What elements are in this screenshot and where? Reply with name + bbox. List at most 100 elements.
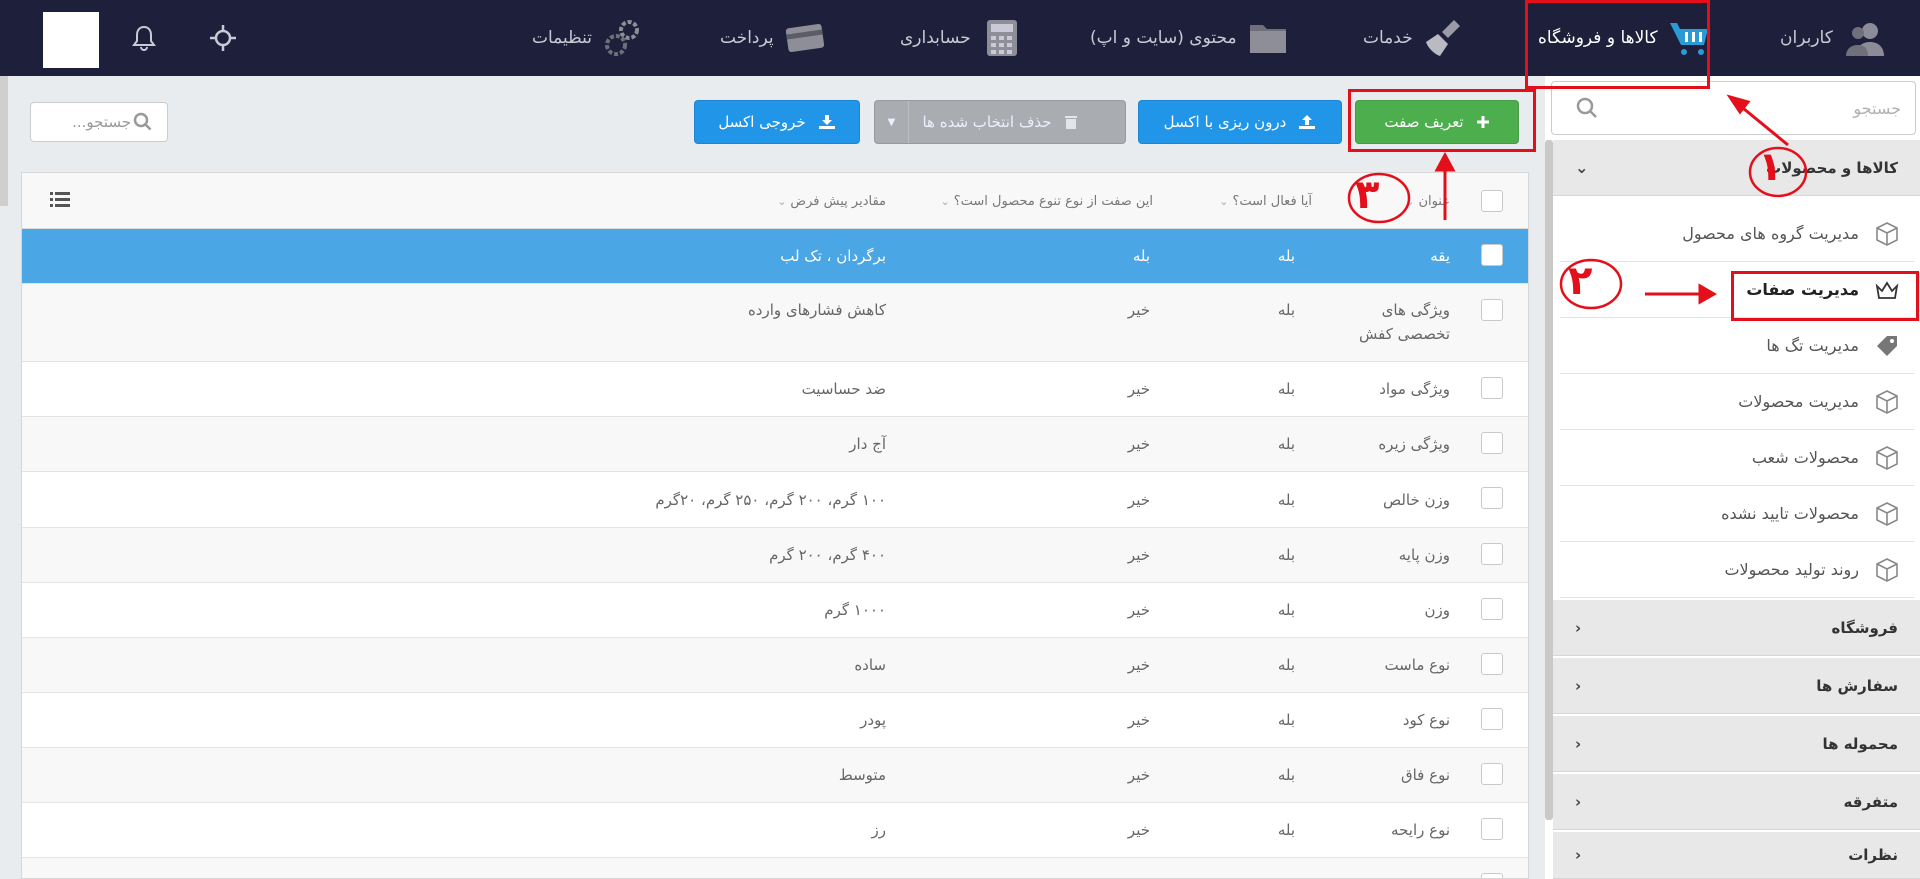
chevron-left-icon: ‹ xyxy=(1575,792,1582,811)
sidebar-scrollbar[interactable] xyxy=(1545,140,1553,820)
row-checkbox[interactable] xyxy=(1481,818,1503,840)
cell-active: بله xyxy=(1277,766,1295,784)
sidebar-section-products[interactable]: کالاها و محصولات ⌄ xyxy=(1553,140,1920,196)
cell-title: یقه xyxy=(1430,247,1450,265)
chevron-left-icon: ‹ xyxy=(1575,676,1582,695)
table-row[interactable]: نوع رایحه بله خیر رز xyxy=(22,803,1528,858)
sidebar-item-unapproved-products[interactable]: محصولات تایید نشده xyxy=(1560,486,1915,542)
sidebar-section-shipments[interactable]: محموله ها ‹ xyxy=(1553,716,1920,772)
select-all-checkbox[interactable] xyxy=(1481,190,1503,212)
nav-item-content[interactable]: محتوی (سایت و اپ) xyxy=(1090,0,1289,76)
row-checkbox[interactable] xyxy=(1481,543,1503,565)
sidebar-section-comments[interactable]: نظرات ‹ xyxy=(1553,832,1920,879)
export-excel-button[interactable]: خروجی اکسل xyxy=(694,100,860,144)
row-checkbox[interactable] xyxy=(1481,598,1503,620)
table-row[interactable]: وزن خالص بله خیر ۱۰۰ گرم، ۲۰۰ گرم، ۲۵۰ گ… xyxy=(22,472,1528,528)
chevron-down-icon: ⌄ xyxy=(1219,194,1229,208)
cell-variety: خیر xyxy=(1127,766,1150,784)
annotation-box-attributes-item xyxy=(1731,271,1919,321)
cell-defaults: برگردان ، تک لب xyxy=(780,247,886,265)
sidebar-search-input[interactable] xyxy=(1615,82,1915,134)
table-row[interactable]: نوع کود بله خیر پودر xyxy=(22,693,1528,748)
nav-item-payment[interactable]: پرداخت xyxy=(720,0,826,76)
nav-item-services[interactable]: خدمات xyxy=(1363,0,1465,76)
search-icon[interactable] xyxy=(1576,97,1598,123)
table-row[interactable]: یقه بله بله برگردان ، تک لب xyxy=(22,229,1528,284)
import-excel-button[interactable]: درون ریزی با اکسل xyxy=(1138,100,1342,144)
sidebar-item-product-groups[interactable]: مدیریت گروه های محصول xyxy=(1560,206,1915,262)
column-header-active[interactable]: آیا فعال است؟ ⌄ xyxy=(1219,173,1312,229)
box-icon xyxy=(1873,556,1901,584)
caret-down-icon[interactable]: ▼ xyxy=(875,101,909,143)
row-checkbox[interactable] xyxy=(1481,763,1503,785)
cell-title: نوع فاق xyxy=(1400,766,1450,784)
table-row[interactable]: ویژگی مواد بله خیر ضد حساسیت xyxy=(22,362,1528,417)
cell-active: بله xyxy=(1277,491,1295,509)
delete-selected-button[interactable]: حذف انتخاب شده ها ▼ xyxy=(874,100,1126,144)
cell-defaults: پودر xyxy=(860,711,886,729)
sidebar-section-orders[interactable]: سفارش ها ‹ xyxy=(1553,658,1920,714)
cell-defaults: متوسط xyxy=(838,766,886,784)
sidebar-item-production-process[interactable]: روند تولید محصولات xyxy=(1560,542,1915,598)
nav-item-accounting[interactable]: حسابداری xyxy=(900,0,1023,76)
cell-variety: خیر xyxy=(1127,301,1150,319)
nav-label-users: کاربران xyxy=(1780,28,1833,48)
box-icon xyxy=(1873,388,1901,416)
column-list-icon[interactable] xyxy=(50,191,70,213)
chevron-down-icon: ⌄ xyxy=(1575,158,1589,177)
table-row-partial[interactable] xyxy=(22,858,1528,878)
row-checkbox[interactable] xyxy=(1481,873,1503,878)
cell-defaults: ساده xyxy=(854,656,886,674)
table-row[interactable]: وزن بله خیر ۱۰۰۰ گرم xyxy=(22,583,1528,638)
sidebar-item-label: روند تولید محصولات xyxy=(1724,560,1859,579)
cell-defaults: ضد حساسیت xyxy=(801,380,886,398)
column-header-defaults[interactable]: مقادیر پیش فرض ⌄ xyxy=(777,173,886,229)
search-icon[interactable] xyxy=(133,112,153,136)
sidebar-item-branch-products[interactable]: محصولات شعب xyxy=(1560,430,1915,486)
row-checkbox[interactable] xyxy=(1481,487,1503,509)
cell-title: وزن پایه xyxy=(1398,546,1450,564)
cell-active: بله xyxy=(1277,821,1295,839)
row-checkbox[interactable] xyxy=(1481,653,1503,675)
table-row[interactable]: ویژگی های تخصصی کفش بله خیر کاهش فشارهای… xyxy=(22,284,1528,362)
gears-icon xyxy=(602,17,644,59)
sidebar-section-label: متفرقه xyxy=(1843,792,1898,811)
delete-selected-label: حذف انتخاب شده ها xyxy=(922,113,1052,131)
cell-active: بله xyxy=(1277,380,1295,398)
export-excel-label: خروجی اکسل xyxy=(718,113,806,131)
row-checkbox[interactable] xyxy=(1481,244,1503,266)
nav-label-accounting: حسابداری xyxy=(900,28,971,48)
table-row[interactable]: ویژگی زیره بله خیر آج دار xyxy=(22,417,1528,472)
sidebar-item-products[interactable]: مدیریت محصولات xyxy=(1560,374,1915,430)
annotation-box-nav xyxy=(1525,0,1710,89)
row-checkbox[interactable] xyxy=(1481,299,1503,321)
nav-item-settings[interactable]: تنظیمات xyxy=(532,0,644,76)
cell-variety: خیر xyxy=(1127,821,1150,839)
sidebar-section-store[interactable]: فروشگاه ‹ xyxy=(1553,600,1920,656)
row-checkbox[interactable] xyxy=(1481,377,1503,399)
column-header-variety[interactable]: این صفت از نوع تنوع محصول است؟ ⌄ xyxy=(941,173,1153,229)
crosshair-icon[interactable] xyxy=(207,22,239,54)
cell-variety: خیر xyxy=(1127,656,1150,674)
table-header: عنوان ⌄ آیا فعال است؟ ⌄ این صفت از نوع تنو… xyxy=(22,173,1528,229)
cell-defaults: ۴۰۰ گرم، ۲۰۰ گرم xyxy=(769,546,886,564)
cell-active: بله xyxy=(1277,546,1295,564)
cell-active: بله xyxy=(1277,601,1295,619)
cell-defaults: آج دار xyxy=(849,435,886,453)
box-icon xyxy=(1873,444,1901,472)
sidebar-item-label: محصولات تایید نشده xyxy=(1721,504,1859,523)
bell-icon[interactable] xyxy=(128,22,160,54)
sidebar-section-misc[interactable]: متفرقه ‹ xyxy=(1553,774,1920,830)
column-header-title[interactable]: عنوان ⌄ xyxy=(1405,173,1450,229)
cell-defaults: رز xyxy=(871,821,887,839)
table-row[interactable]: وزن پایه بله خیر ۴۰۰ گرم، ۲۰۰ گرم xyxy=(22,528,1528,583)
cell-title: ویژگی مواد xyxy=(1379,380,1450,398)
nav-item-users[interactable]: کاربران xyxy=(1780,0,1885,76)
table-search-input[interactable] xyxy=(41,103,131,141)
table-row[interactable]: نوع فاق بله خیر متوسط xyxy=(22,748,1528,803)
row-checkbox[interactable] xyxy=(1481,708,1503,730)
table-row[interactable]: نوع ماست بله خیر ساده xyxy=(22,638,1528,693)
sidebar-section-label: نظرات xyxy=(1848,846,1898,864)
row-checkbox[interactable] xyxy=(1481,432,1503,454)
sidebar-item-tags[interactable]: مدیریت تگ ها xyxy=(1560,318,1915,374)
